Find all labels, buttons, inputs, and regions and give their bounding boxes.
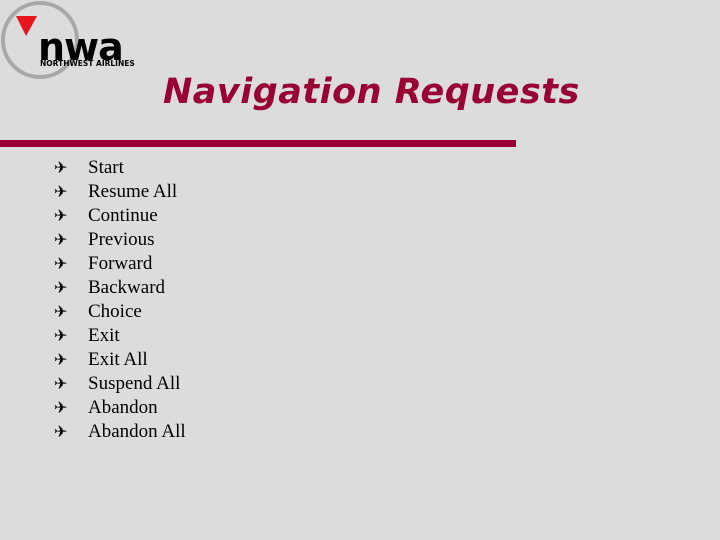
list-item-label: Choice <box>88 301 142 322</box>
list-item: ✈ Choice <box>54 300 186 324</box>
list-item: ✈ Suspend All <box>54 372 186 396</box>
airplane-icon: ✈ <box>54 182 68 201</box>
list-item-label: Suspend All <box>88 373 181 394</box>
logo-triangle-icon <box>16 16 37 36</box>
list-item: ✈ Backward <box>54 276 186 300</box>
list-item: ✈ Exit All <box>54 348 186 372</box>
list-item: ✈ Start <box>54 156 186 180</box>
title-divider <box>0 140 516 147</box>
list-item-label: Start <box>88 157 124 178</box>
list-item-label: Continue <box>88 205 158 226</box>
slide-title: Navigation Requests <box>163 72 580 112</box>
list-item-label: Previous <box>88 229 155 250</box>
list-item-label: Resume All <box>88 181 178 202</box>
airplane-icon: ✈ <box>54 326 68 345</box>
list-item-label: Forward <box>88 253 153 274</box>
list-item-label: Abandon <box>88 397 158 418</box>
list-item: ✈ Abandon <box>54 396 186 420</box>
navigation-request-list: ✈ Start ✈ Resume All ✈ Continue ✈ Previous ✈… <box>54 156 186 444</box>
airplane-icon: ✈ <box>54 254 68 273</box>
airplane-icon: ✈ <box>54 230 68 249</box>
list-item: ✈ Previous <box>54 228 186 252</box>
airplane-icon: ✈ <box>54 158 68 177</box>
list-item-label: Backward <box>88 277 166 298</box>
nwa-logo: nwa NORTHWEST AIRLINES <box>0 0 160 80</box>
list-item: ✈ Exit <box>54 324 186 348</box>
airplane-icon: ✈ <box>54 278 68 297</box>
list-item-label: Exit <box>88 325 120 346</box>
airplane-icon: ✈ <box>54 374 68 393</box>
airplane-icon: ✈ <box>54 350 68 369</box>
list-item: ✈ Forward <box>54 252 186 276</box>
list-item-label: Abandon All <box>88 421 186 442</box>
list-item: ✈ Continue <box>54 204 186 228</box>
list-item: ✈ Abandon All <box>54 420 186 444</box>
list-item: ✈ Resume All <box>54 180 186 204</box>
list-item-label: Exit All <box>88 349 148 370</box>
airplane-icon: ✈ <box>54 422 68 441</box>
airplane-icon: ✈ <box>54 302 68 321</box>
logo-subtitle: NORTHWEST AIRLINES <box>40 59 135 68</box>
airplane-icon: ✈ <box>54 398 68 417</box>
airplane-icon: ✈ <box>54 206 68 225</box>
